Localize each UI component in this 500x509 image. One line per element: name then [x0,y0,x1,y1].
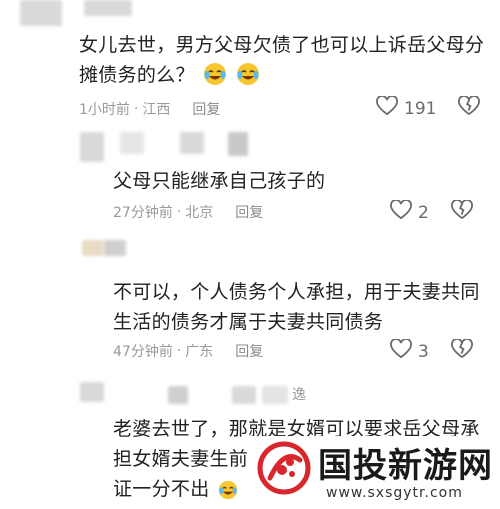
like-count: 191 [404,98,437,119]
dislike-button[interactable] [450,338,473,364]
blurred-username [232,386,256,404]
watermark-title: 国投新游网 [318,446,493,486]
like-button[interactable]: 191 [376,95,437,121]
reply-button[interactable]: 回复 [235,202,263,222]
comment-location: 广东 [185,344,214,360]
crying-laughing-emoji-icon [203,62,227,86]
comment-location: 江西 [142,102,171,118]
blurred-username [104,240,126,256]
meta-separator: · [133,101,139,117]
blurred-username [120,132,144,154]
dislike-button[interactable] [450,199,473,225]
watermark-url: www.sxsgytr.com [326,485,463,501]
like-button[interactable]: 2 [390,199,429,225]
broken-heart-icon [450,338,473,364]
comment-location: 北京 [185,205,214,221]
reply-button[interactable]: 回复 [235,341,263,361]
like-count: 2 [418,202,429,223]
like-count: 3 [418,341,429,362]
crying-laughing-emoji-icon [236,62,260,86]
blurred-avatar [20,0,62,26]
comment-meta: 47分钟前 · 广东 回复 [113,341,263,361]
comment-actions: 3 [390,338,473,364]
dislike-button[interactable] [458,95,481,121]
blurred-username [180,132,204,154]
like-button[interactable]: 3 [390,338,429,364]
comment-actions: 191 [376,95,481,121]
comment-time: 47分钟前 [113,344,173,360]
meta-separator: · [176,204,182,220]
blurred-username [262,386,288,404]
comment-time: 1小时前 [79,102,130,118]
author-fragment: 逸 [292,387,306,403]
crying-laughing-emoji-icon [218,479,238,500]
comment-time: 27分钟前 [113,205,173,221]
comment-text: 不可以，个人债务个人承担，用于夫妻共同 生活的债务才属于夫妻共同债务 [113,281,480,333]
blurred-username [84,0,132,16]
heart-icon [376,95,398,121]
site-logo-icon [256,440,312,496]
blurred-avatar [82,240,104,256]
blurred-username [228,132,248,156]
broken-heart-icon [458,95,481,121]
broken-heart-icon [450,199,473,225]
blurred-username [168,386,188,404]
comment-text: 女儿去世，男方父母欠债了也可以上诉岳父母分 摊债务的么？ [79,34,485,86]
meta-separator: · [176,343,182,359]
blurred-avatar [80,382,104,402]
site-watermark: 国投新游网 www.sxsgytr.com [248,436,500,509]
heart-icon [390,338,412,364]
comment-text: 父母只能继承自己孩子的 [113,170,326,192]
blurred-avatar [80,132,104,162]
comment-meta: 1小时前 · 江西 回复 [79,99,220,119]
comment-actions: 2 [390,199,473,225]
reply-button[interactable]: 回复 [192,99,220,119]
comment-meta: 27分钟前 · 北京 回复 [113,202,263,222]
heart-icon [390,199,412,225]
